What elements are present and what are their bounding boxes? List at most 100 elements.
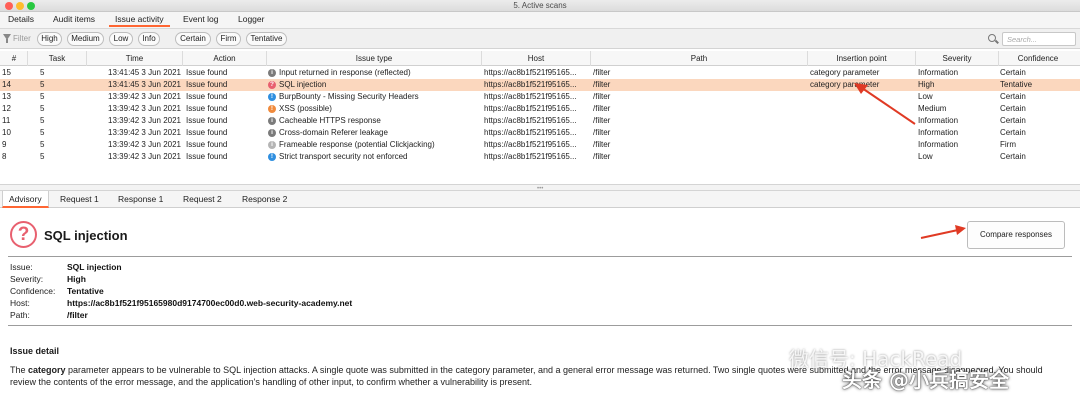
filter-pill-firm[interactable]: Firm — [216, 32, 241, 46]
tab-audit-items[interactable]: Audit items — [53, 14, 95, 27]
cell-path: /filter — [593, 152, 611, 161]
arrow-line — [861, 87, 916, 125]
cell-task: 5 — [40, 140, 45, 149]
col-insertion-point[interactable]: Insertion point — [808, 54, 915, 63]
tab-response-1[interactable]: Response 1 — [118, 194, 163, 204]
cell-time: 13:41:45 3 Jun 2021 — [108, 68, 181, 77]
cell-path: /filter — [593, 92, 611, 101]
filter-pill-tentative[interactable]: Tentative — [246, 32, 287, 46]
table-row[interactable]: 15 5 13:41:45 3 Jun 2021 Issue found Input r… — [0, 67, 1080, 79]
cell-confidence: Certain — [1000, 116, 1026, 125]
cell-number: 14 — [2, 80, 11, 89]
severity-low-icon: ! — [268, 153, 276, 161]
col-action[interactable]: Action — [183, 54, 266, 63]
meta-value-path: /filter — [67, 310, 88, 320]
tab-request-1[interactable]: Request 1 — [60, 194, 99, 204]
filter-pill-low[interactable]: Low — [109, 32, 133, 46]
tab-response-2[interactable]: Response 2 — [242, 194, 287, 204]
cell-issue-type: Frameable response (potential Clickjacki… — [279, 140, 435, 149]
cell-action: Issue found — [186, 140, 228, 149]
divider — [8, 256, 1072, 257]
filter-icon-stem — [6, 39, 8, 43]
tab-event-log[interactable]: Event log — [183, 14, 218, 27]
cell-path: /filter — [593, 80, 611, 89]
divider — [8, 325, 1072, 326]
cell-host: https://ac8b1f521f95165... — [484, 68, 577, 77]
col-confidence[interactable]: Confidence — [999, 54, 1077, 63]
meta-key-path: Path: — [10, 310, 30, 320]
cell-issue-type: XSS (possible) — [279, 104, 332, 113]
filter-pill-info[interactable]: Info — [138, 32, 160, 46]
cell-severity: High — [918, 80, 935, 89]
cell-path: /filter — [593, 68, 611, 77]
annotation-arrow — [854, 83, 916, 125]
cell-host: https://ac8b1f521f95165... — [484, 140, 577, 149]
cell-number: 15 — [2, 68, 11, 77]
cell-time: 13:39:42 3 Jun 2021 — [108, 116, 181, 125]
cell-number: 12 — [2, 104, 11, 113]
cell-task: 5 — [40, 128, 45, 137]
filter-label: Filter — [13, 34, 31, 43]
meta-key-confidence: Confidence: — [10, 286, 56, 296]
tab-advisory[interactable]: Advisory — [2, 191, 49, 208]
severity-high-icon: ? — [268, 81, 276, 89]
cell-time: 13:39:42 3 Jun 2021 — [108, 128, 181, 137]
window-title: 5. Active scans — [513, 1, 567, 10]
annotation-arrow — [920, 225, 966, 239]
cell-issue-type: Cacheable HTTPS response — [279, 116, 381, 125]
meta-value-host: https://ac8b1f521f95165980d9174700ec00d0… — [67, 298, 353, 308]
severity-low-icon: ! — [268, 93, 276, 101]
cell-confidence: Certain — [1000, 104, 1026, 113]
severity-info-icon: i — [268, 129, 276, 137]
filter-bar: Filter High Medium Low Info Certain Firm… — [0, 29, 1080, 49]
severity-info-icon: i — [268, 117, 276, 125]
tab-issue-activity[interactable]: Issue activity — [109, 14, 170, 27]
watermark-toutiao: 头条 @小兵搞安全 — [842, 368, 1009, 392]
cell-number: 13 — [2, 92, 11, 101]
cell-host: https://ac8b1f521f95165... — [484, 152, 577, 161]
cell-task: 5 — [40, 116, 45, 125]
col-time[interactable]: Time — [87, 54, 182, 63]
cell-severity: Medium — [918, 104, 947, 113]
cell-path: /filter — [593, 128, 611, 137]
search-placeholder: Search... — [1007, 35, 1038, 44]
cell-severity: Low — [918, 92, 933, 101]
tab-logger[interactable]: Logger — [238, 14, 264, 27]
window-titlebar: 5. Active scans — [0, 0, 1080, 12]
cell-insertion-point: category parameter — [810, 68, 880, 77]
cell-action: Issue found — [186, 92, 228, 101]
severity-info-icon: i — [268, 69, 276, 77]
table-row[interactable]: 9 5 13:39:42 3 Jun 2021 Issue found Frameabl… — [0, 139, 1080, 151]
col-task[interactable]: Task — [28, 54, 86, 63]
compare-responses-button[interactable]: Compare responses — [967, 221, 1065, 249]
cell-time: 13:39:42 3 Jun 2021 — [108, 140, 181, 149]
cell-task: 5 — [40, 80, 45, 89]
col-number[interactable]: # — [2, 54, 26, 63]
pane-splitter[interactable]: ••• — [0, 184, 1080, 192]
tab-details[interactable]: Details — [8, 14, 34, 27]
cell-number: 9 — [2, 140, 7, 149]
cell-task: 5 — [40, 68, 45, 77]
advisory-title: SQL injection — [44, 228, 128, 243]
col-issue-type[interactable]: Issue type — [267, 54, 481, 63]
col-path[interactable]: Path — [591, 54, 807, 63]
filter-pill-medium[interactable]: Medium — [67, 32, 104, 46]
cell-host: https://ac8b1f521f95165... — [484, 116, 577, 125]
arrow-head — [854, 83, 868, 94]
col-severity[interactable]: Severity — [916, 54, 998, 63]
issue-detail-pre: The — [10, 365, 29, 375]
filter-pill-high[interactable]: High — [37, 32, 62, 46]
table-header: # Task Time Action Issue type Host Path … — [0, 51, 1080, 66]
tab-request-2[interactable]: Request 2 — [183, 194, 222, 204]
col-host[interactable]: Host — [482, 54, 590, 63]
cell-time: 13:41:45 3 Jun 2021 — [108, 80, 181, 89]
filter-pill-certain[interactable]: Certain — [175, 32, 211, 46]
cell-path: /filter — [593, 116, 611, 125]
cell-action: Issue found — [186, 104, 228, 113]
search-input[interactable]: Search... — [1002, 32, 1076, 46]
cell-task: 5 — [40, 152, 45, 161]
cell-host: https://ac8b1f521f95165... — [484, 92, 577, 101]
severity-medium-icon: ! — [268, 105, 276, 113]
cell-action: Issue found — [186, 68, 228, 77]
table-row[interactable]: 8 5 13:39:42 3 Jun 2021 Issue found Strict t… — [0, 151, 1080, 163]
